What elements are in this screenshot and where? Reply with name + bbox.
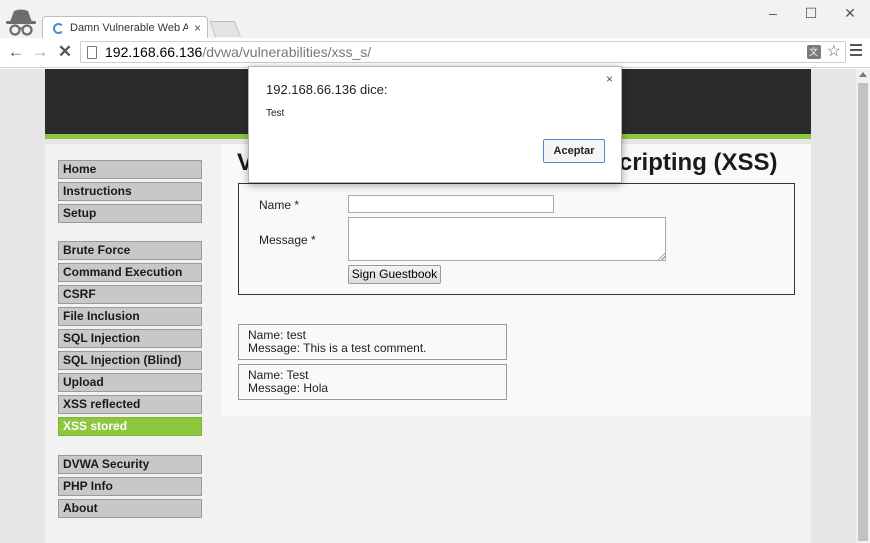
browser-tab-active[interactable]: Damn Vulnerable Web Ap × (42, 16, 208, 39)
sign-guestbook-button[interactable]: Sign Guestbook (348, 265, 441, 284)
address-bar[interactable]: 192.168.66.136 /dvwa/vulnerabilities/xss… (80, 41, 846, 63)
menu-item-file-inclusion[interactable]: File Inclusion (58, 307, 202, 326)
loading-spinner-icon (53, 22, 64, 34)
translate-icon[interactable]: 文 (806, 45, 821, 59)
url-host: 192.168.66.136 (105, 44, 203, 60)
guestbook-entry: Name: Test Message: Hola (238, 364, 507, 400)
menu-item-sql-injection-blind[interactable]: SQL Injection (Blind) (58, 351, 202, 370)
guestbook-entry: Name: test Message: This is a test comme… (238, 324, 507, 360)
stop-loading-icon[interactable]: ✕ (54, 42, 76, 62)
entry-message: Message: This is a test comment. (248, 341, 427, 355)
menu-item-brute-force[interactable]: Brute Force (58, 241, 202, 260)
menu-item-dvwa-security[interactable]: DVWA Security (58, 455, 202, 474)
main-content: Vulnerability: Stored Cross Site Scripti… (221, 144, 811, 416)
dvwa-body: Home Instructions Setup Brute Force Comm… (45, 144, 811, 543)
menu-item-sql-injection[interactable]: SQL Injection (58, 329, 202, 348)
menu-item-xss-stored[interactable]: XSS stored (58, 417, 202, 436)
dialog-title: 192.168.66.136 dice: (266, 82, 388, 97)
menu-item-php-info[interactable]: PHP Info (58, 477, 202, 496)
tab-close-icon[interactable]: × (194, 21, 201, 35)
dialog-close-icon[interactable]: × (606, 72, 613, 86)
menu-item-command-execution[interactable]: Command Execution (58, 263, 202, 282)
menu-group-general: Home Instructions Setup (58, 160, 202, 226)
main-menu: Home Instructions Setup Brute Force Comm… (45, 144, 215, 543)
alert-dialog: 192.168.66.136 dice: × Test Aceptar (248, 66, 622, 183)
message-textarea[interactable] (348, 217, 666, 261)
new-tab-button[interactable] (209, 21, 241, 37)
entry-message: Message: Hola (248, 381, 329, 395)
menu-group-vulnerabilities: Brute Force Command Execution CSRF File … (58, 241, 202, 439)
back-arrow-icon[interactable]: ← (5, 42, 27, 62)
scrollbar-thumb[interactable] (858, 83, 868, 541)
browser-toolbar: ← → ✕ 192.168.66.136 /dvwa/vulnerabiliti… (0, 38, 870, 68)
url-path: /dvwa/vulnerabilities/xss_s/ (202, 44, 372, 60)
menu-item-home[interactable]: Home (58, 160, 202, 179)
incognito-icon (4, 8, 38, 38)
scroll-up-arrow-icon[interactable] (859, 72, 867, 77)
browser-menu-icon[interactable] (850, 44, 862, 59)
name-label: Name * (259, 198, 300, 212)
guestbook-form: Name * Message * Sign Guestbook (238, 183, 795, 295)
bookmark-star-icon[interactable]: ☆ (827, 44, 841, 60)
maximize-icon[interactable]: ☐ (801, 5, 821, 22)
minimize-icon[interactable]: – (763, 5, 783, 21)
menu-item-upload[interactable]: Upload (58, 373, 202, 392)
menu-item-setup[interactable]: Setup (58, 204, 202, 223)
page-scrollbar[interactable] (856, 69, 870, 543)
textarea-resize-grip-icon[interactable] (657, 252, 665, 260)
name-input[interactable] (348, 195, 554, 213)
dialog-message: Test (266, 108, 285, 119)
dialog-ok-button[interactable]: Aceptar (543, 139, 605, 163)
menu-item-instructions[interactable]: Instructions (58, 182, 202, 201)
menu-group-other: DVWA Security PHP Info About (58, 455, 202, 521)
tab-title: Damn Vulnerable Web Ap (70, 22, 188, 34)
browser-titlebar: Damn Vulnerable Web Ap × – ☐ ✕ (0, 0, 870, 39)
menu-item-about[interactable]: About (58, 499, 202, 518)
forward-arrow-icon[interactable]: → (29, 42, 51, 62)
message-label: Message * (259, 233, 316, 247)
page-icon (87, 45, 97, 59)
menu-item-xss-reflected[interactable]: XSS reflected (58, 395, 202, 414)
window-close-icon[interactable]: ✕ (840, 5, 860, 22)
menu-item-csrf[interactable]: CSRF (58, 285, 202, 304)
